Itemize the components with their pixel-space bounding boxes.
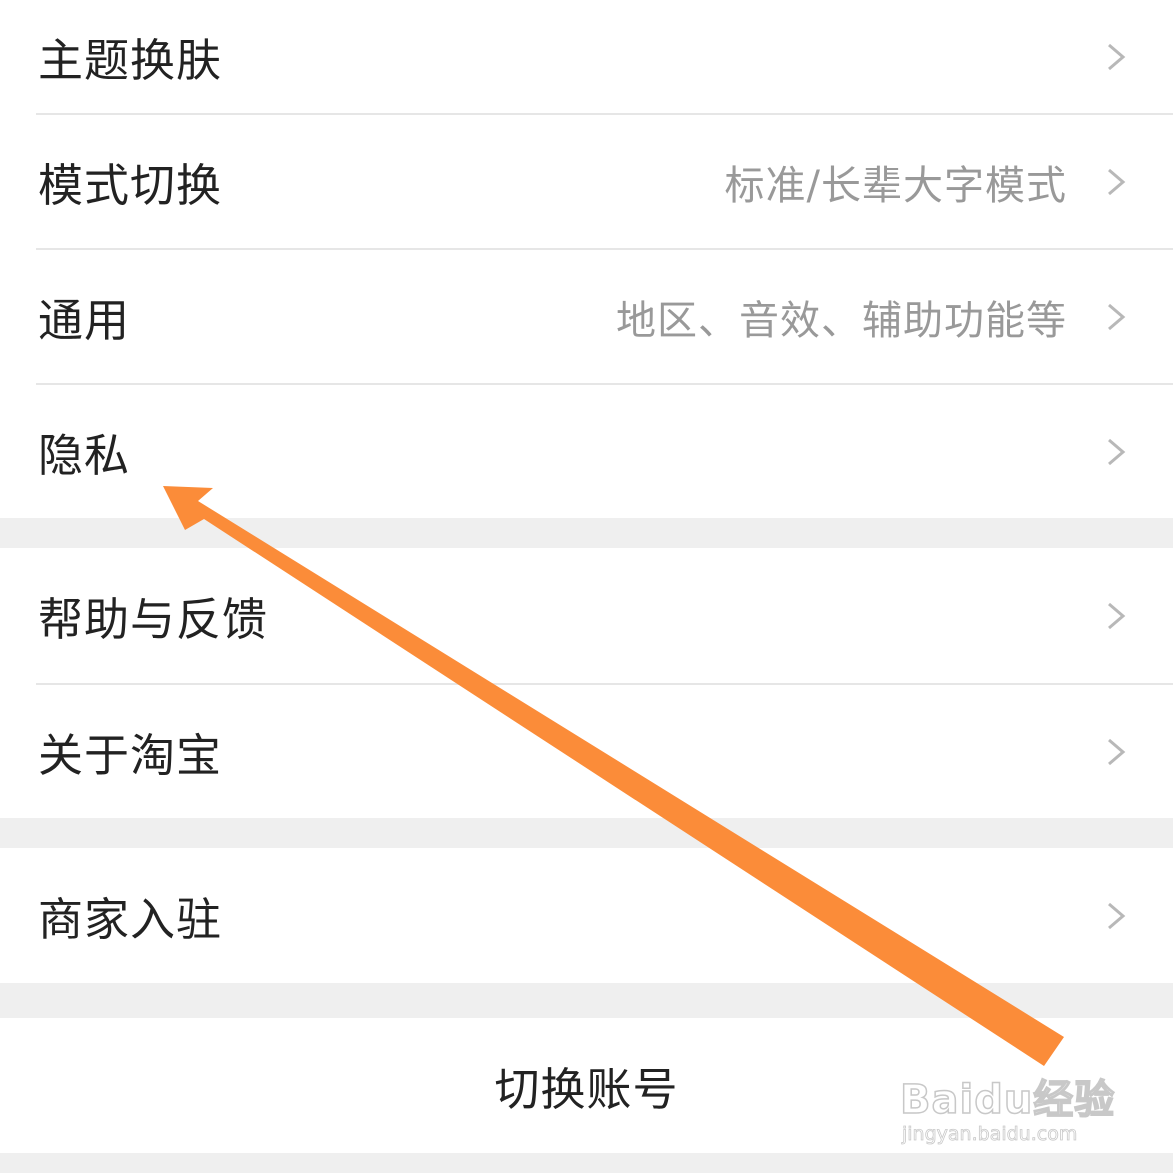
settings-item-help[interactable]: 帮助与反馈 — [0, 548, 1173, 683]
switch-account-button[interactable]: 切换账号 — [0, 1018, 1173, 1153]
settings-item-general[interactable]: 通用 地区、音效、辅助功能等 — [0, 250, 1173, 383]
settings-item-merchant[interactable]: 商家入驻 — [0, 848, 1173, 983]
chevron-right-icon — [1108, 602, 1126, 629]
settings-item-value: 标准/长辈大字模式 — [724, 162, 1067, 209]
settings-item-mode[interactable]: 模式切换 标准/长辈大字模式 — [0, 115, 1173, 248]
settings-group-3: 商家入驻 — [0, 848, 1173, 983]
settings-item-value: 地区、音效、辅助功能等 — [616, 297, 1067, 344]
settings-item-label: 帮助与反馈 — [38, 593, 269, 646]
chevron-right-icon — [1108, 902, 1126, 929]
settings-item-label: 隐私 — [38, 429, 131, 482]
chevron-right-icon — [1108, 303, 1126, 330]
settings-item-theme[interactable]: 主题换肤 — [0, 0, 1173, 113]
settings-item-privacy[interactable]: 隐私 — [0, 385, 1173, 518]
chevron-right-icon — [1108, 168, 1126, 195]
chevron-right-icon — [1108, 438, 1126, 465]
settings-item-about[interactable]: 关于淘宝 — [0, 685, 1173, 818]
settings-item-label: 主题换肤 — [38, 34, 223, 87]
settings-group-4: 切换账号 — [0, 1018, 1173, 1153]
chevron-right-icon — [1108, 43, 1126, 70]
settings-item-label: 关于淘宝 — [38, 729, 223, 782]
settings-item-label: 商家入驻 — [38, 893, 223, 946]
settings-group-2: 帮助与反馈 关于淘宝 — [0, 548, 1173, 818]
chevron-right-icon — [1108, 738, 1126, 765]
settings-item-label: 通用 — [38, 294, 131, 347]
settings-group-1: 主题换肤 模式切换 标准/长辈大字模式 通用 地区、音效、辅助功能等 隐私 — [0, 0, 1173, 518]
settings-item-label: 模式切换 — [38, 159, 223, 212]
